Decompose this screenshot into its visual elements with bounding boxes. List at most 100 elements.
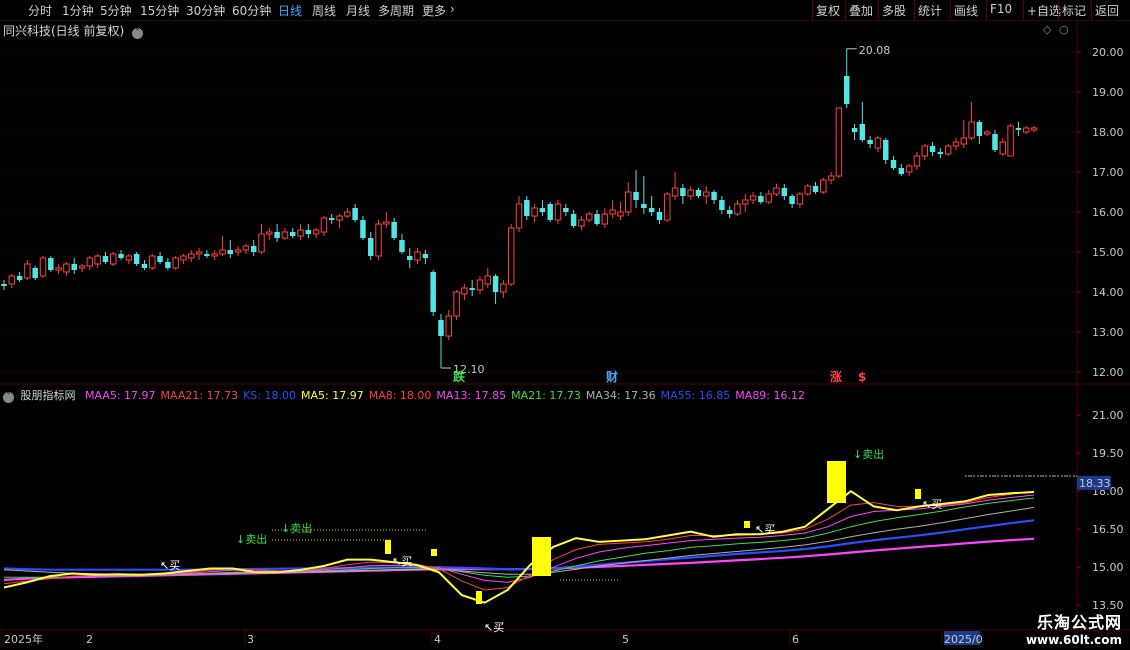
candle-up (913, 155, 921, 167)
candle-down (360, 220, 366, 238)
candle-down (407, 256, 413, 260)
y-tick-label: 15.00 (1092, 246, 1124, 259)
candle-up (149, 255, 156, 269)
candle-up (219, 249, 226, 255)
candle-up (234, 249, 242, 253)
time-label: 3 (247, 633, 254, 646)
candle-up (211, 253, 218, 257)
candle-up (999, 141, 1007, 155)
candle-up (383, 221, 390, 225)
candle-up (601, 213, 609, 225)
candle-up (1022, 127, 1030, 133)
signal-label-2: ↓卖出 (853, 447, 884, 461)
candle-down (883, 140, 889, 160)
candle-up (266, 231, 273, 235)
candle-up (242, 245, 250, 251)
candle-down (898, 168, 905, 174)
candle-up (609, 209, 616, 215)
candle-down (492, 276, 499, 292)
candle-up (180, 255, 187, 261)
candle-up (874, 137, 882, 149)
chart-canvas: 20.00 19.00 18.00 17.00 16.00 15.00 14.00 13.00… (0, 20, 1130, 646)
signal-label-0: ↓卖出 (236, 532, 267, 546)
candle-up (617, 211, 624, 217)
candle-up (94, 255, 101, 265)
candle-up (320, 217, 328, 233)
candle-up (983, 131, 991, 135)
candle-up (1007, 125, 1014, 157)
candle-up (742, 199, 749, 205)
candle-up (765, 193, 772, 203)
candle-down (843, 76, 850, 104)
event-marker-2: 涨 (830, 369, 842, 384)
candle-up (820, 179, 827, 193)
signal-bar (827, 461, 846, 503)
candle-up (749, 195, 757, 201)
candle-up (734, 203, 741, 215)
candle-down (102, 256, 109, 262)
candle-down (976, 122, 983, 136)
candle-up (952, 141, 960, 147)
candle-down (368, 238, 374, 256)
candle-down (157, 256, 163, 262)
candle-up (585, 213, 593, 221)
signal-label-1: ↓卖出 (281, 521, 312, 535)
candle-up (55, 267, 62, 271)
candle-down (1015, 128, 1022, 130)
candle-up (905, 165, 913, 173)
time-label: 4 (434, 633, 441, 646)
candle-up (336, 215, 343, 221)
candle-down (726, 210, 733, 214)
candle-down (274, 232, 280, 238)
candle-down (867, 140, 873, 144)
candle-up (453, 291, 460, 317)
candle-down (648, 208, 655, 212)
y-tick-label: 18.00 (1092, 126, 1124, 139)
signal-bar (431, 549, 437, 556)
candle-up (78, 265, 86, 269)
candle-up (258, 233, 265, 253)
signal-bar (915, 489, 921, 499)
candle-up (125, 255, 133, 261)
signal-label-4: ↖买 (392, 555, 412, 568)
candle-up (944, 145, 952, 155)
candle-up (671, 187, 679, 197)
candle-up (86, 257, 94, 267)
candle-down (594, 214, 600, 224)
candle-up (515, 203, 523, 229)
candle-down (469, 288, 475, 290)
candle-down (890, 160, 897, 168)
candle-down (32, 268, 38, 278)
candle-up (110, 253, 117, 265)
indicator-y-tick-label: 15.00 (1092, 561, 1124, 574)
indicator-y-tick-label: 19.50 (1092, 447, 1124, 460)
time-label: 5 (622, 633, 629, 646)
candle-down (399, 240, 405, 252)
candle-up (195, 251, 203, 255)
candle-up (960, 137, 968, 145)
candle-down (656, 212, 663, 220)
candle-down (227, 250, 234, 254)
candle-down (289, 232, 296, 236)
time-label: 2025/0 (944, 633, 983, 646)
candle-down (633, 192, 639, 200)
signal-bar (532, 537, 551, 576)
candle-down (430, 272, 436, 312)
signal-label-3: ↖买 (160, 559, 180, 572)
candle-up (344, 211, 351, 217)
candle-down (680, 188, 686, 196)
time-label: 2 (86, 633, 93, 646)
signal-label-6: ↖买 (755, 523, 775, 536)
candle-down (118, 254, 124, 258)
candle-down (758, 196, 764, 202)
candle-down (48, 258, 54, 270)
candle-down (539, 208, 546, 212)
signal-label-7: ↖买 (922, 498, 942, 511)
y-tick-label: 20.00 (1092, 46, 1124, 59)
candle-up (804, 185, 811, 195)
candle-down (71, 264, 77, 270)
candle-up (578, 219, 585, 227)
candle-down (929, 146, 936, 152)
candle-up (281, 231, 289, 239)
candle-up (773, 187, 780, 195)
